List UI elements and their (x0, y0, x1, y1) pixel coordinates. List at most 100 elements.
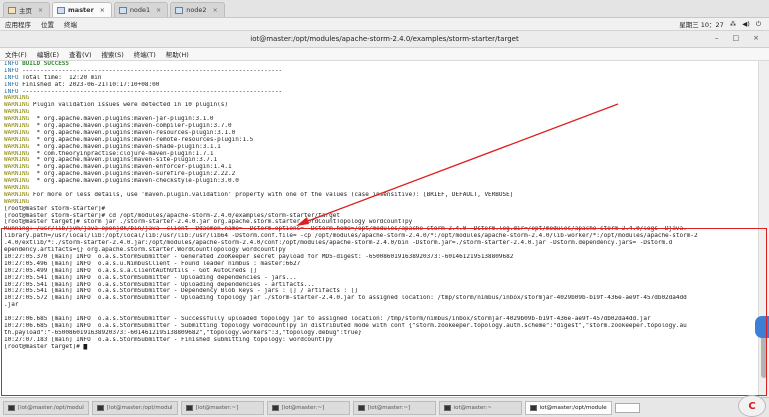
clock[interactable]: 星期三 10：27 (679, 19, 724, 29)
line-text: BUILD SUCCESS (18, 61, 70, 67)
host-tab-label: 主页 (19, 7, 32, 15)
volume-icon[interactable]: ◀) (742, 20, 750, 28)
log-level: WARNING (4, 143, 30, 150)
log-level: WARNING (4, 129, 30, 136)
places-menu[interactable]: 位置 (41, 19, 54, 29)
terminal-line: WARNING * org.apache.maven.plugins:maven… (4, 116, 758, 123)
line-text: * org.apache.maven.plugins:maven-checkst… (29, 178, 239, 185)
taskbar-button[interactable]: [iot@master:/opt/modul (91, 400, 178, 415)
log-level: INFO (4, 67, 19, 74)
terminal-line: [root@master target]# storm jar ./storm-… (4, 219, 758, 226)
taskbar-input[interactable] (614, 402, 640, 413)
terminal-icon (96, 404, 104, 411)
terminal-icon (357, 404, 365, 411)
log-level: WARNING (4, 123, 30, 130)
close-button[interactable]: × (753, 34, 759, 42)
terminal-line: [root@master storm-starter]# (4, 206, 758, 213)
host-tab-node1[interactable]: node1 × (113, 2, 169, 17)
network-icon[interactable]: ⁂ (730, 20, 737, 28)
terminal-icon (529, 404, 537, 411)
taskbar-button[interactable]: iot@master:~ (438, 400, 522, 415)
log-level: INFO (4, 88, 19, 95)
line-text: For more or less details, use 'maven.plu… (29, 191, 514, 198)
taskbar-button[interactable]: [iot@master:~] (266, 400, 350, 415)
log-level: WARNING (4, 171, 30, 178)
taskbar-label: [iot@master:/opt/modul (106, 404, 173, 411)
menu-help[interactable]: 帮助(H) (166, 49, 189, 59)
log-level: WARNING (4, 95, 30, 102)
log-level: INFO (4, 81, 19, 88)
taskbar-label: [iot@master:~] (367, 404, 411, 411)
taskbar-button[interactable]: [iot@master:~] (180, 400, 264, 415)
terminal-line: WARNING * org.apache.maven.plugins:maven… (4, 178, 758, 185)
host-tab-home[interactable]: 主页 × (3, 2, 51, 17)
taskbar-button[interactable]: [iot@master:~] (352, 400, 436, 415)
close-icon[interactable]: × (213, 7, 218, 14)
log-level: WARNING (4, 102, 30, 109)
menu-terminal[interactable]: 终端(T) (134, 49, 156, 59)
terminal-line: WARNING (4, 109, 758, 116)
line-text: * org.apache.maven.plugins:maven-compile… (29, 123, 232, 130)
terminal-icon (185, 404, 193, 411)
menu-search[interactable]: 搜索(S) (102, 49, 124, 59)
terminal-menubar: 文件(F) 编辑(E) 查看(V) 搜索(S) 终端(T) 帮助(H) (0, 48, 769, 61)
home-icon (8, 6, 16, 14)
log-level: WARNING (4, 185, 30, 192)
terminal-line: INFO -----------------------------------… (4, 89, 758, 96)
desktop-top-bar: 应用程序 位置 终端 星期三 10：27 ⁂ ◀) ⏻ (0, 18, 769, 31)
applications-menu[interactable]: 应用程序 (5, 19, 31, 29)
terminal-line: WARNING * org.apache.maven.plugins:maven… (4, 171, 758, 178)
host-tab-master[interactable]: master × (52, 2, 112, 17)
line-text: Plugin validation issues were detected i… (29, 102, 228, 109)
terminal-line: WARNING (4, 199, 758, 206)
log-level: INFO (4, 61, 19, 67)
host-tab-strip: 主页 × master × node1 × node2 × (0, 0, 769, 18)
terminal-line: WARNING * org.apache.maven.plugins:maven… (4, 144, 758, 151)
terminal-line: WARNING * org.apache.maven.plugins:maven… (4, 123, 758, 130)
log-level: WARNING (4, 136, 30, 143)
menu-file[interactable]: 文件(F) (5, 49, 27, 59)
log-level: WARNING (4, 164, 30, 171)
window-title-bar: iot@master:/opt/modules/apache-storm-2.4… (0, 31, 769, 48)
power-icon[interactable]: ⏻ (756, 20, 761, 29)
terminal-line: INFO -----------------------------------… (4, 68, 758, 75)
log-level: WARNING (4, 178, 30, 185)
terminal-line: WARNING * org.apache.maven.plugins:maven… (4, 130, 758, 137)
vm-icon (118, 6, 127, 14)
taskbar: [iot@master:/opt/modul [iot@master:/opt/m… (0, 397, 769, 417)
minimize-button[interactable]: – (715, 34, 719, 42)
taskbar-label: iot@master:~ (453, 404, 492, 411)
taskbar-button[interactable]: iot@master:/opt/module (524, 400, 612, 415)
terminal-line: WARNING (4, 95, 758, 102)
terminal-line: WARNING * com.theoryinpractise:clojure-m… (4, 151, 758, 158)
line-text: Total time: 12:20 min (18, 74, 102, 81)
host-tab-node2[interactable]: node2 × (170, 2, 225, 17)
terminal-line: WARNING * org.apache.maven.plugins:maven… (4, 137, 758, 144)
vm-icon (175, 6, 184, 14)
log-level: WARNING (4, 109, 30, 116)
menu-edit[interactable]: 编辑(E) (37, 49, 59, 59)
line-text: [root@master storm-starter]# (4, 205, 109, 212)
terminal-line: INFO BUILD SUCCESS (4, 61, 758, 68)
taskbar-button[interactable]: [iot@master:/opt/modul (3, 400, 89, 415)
log-level: WARNING (4, 150, 30, 157)
host-tab-label: node1 (129, 6, 151, 14)
terminal-line: [root@master storm-starter]# cd /opt/mod… (4, 213, 758, 220)
terminal-line: WARNING * org.apache.maven.plugins:maven… (4, 164, 758, 171)
terminal-menu[interactable]: 终端 (64, 19, 77, 29)
menu-view[interactable]: 查看(V) (69, 49, 92, 59)
close-icon[interactable]: × (100, 7, 105, 14)
line-text: * org.apache.maven.plugins:maven-shade-p… (29, 143, 221, 150)
line-text: * org.apache.maven.plugins:maven-remote-… (29, 136, 254, 143)
tray-logo-icon[interactable]: C (738, 395, 766, 417)
maximize-button[interactable]: □ (733, 34, 740, 42)
host-tab-label: master (68, 6, 94, 14)
line-text: [root@master storm-starter]# cd /opt/mod… (4, 212, 340, 219)
window-title: iot@master:/opt/modules/apache-storm-2.4… (250, 35, 519, 43)
terminal-line: WARNING * org.apache.maven.plugins:maven… (4, 157, 758, 164)
terminal-icon (8, 404, 15, 411)
terminal-icon (443, 404, 451, 411)
line-text: * org.apache.maven.plugins:maven-enforce… (29, 164, 232, 171)
close-icon[interactable]: × (156, 7, 161, 14)
close-icon[interactable]: × (38, 7, 43, 14)
